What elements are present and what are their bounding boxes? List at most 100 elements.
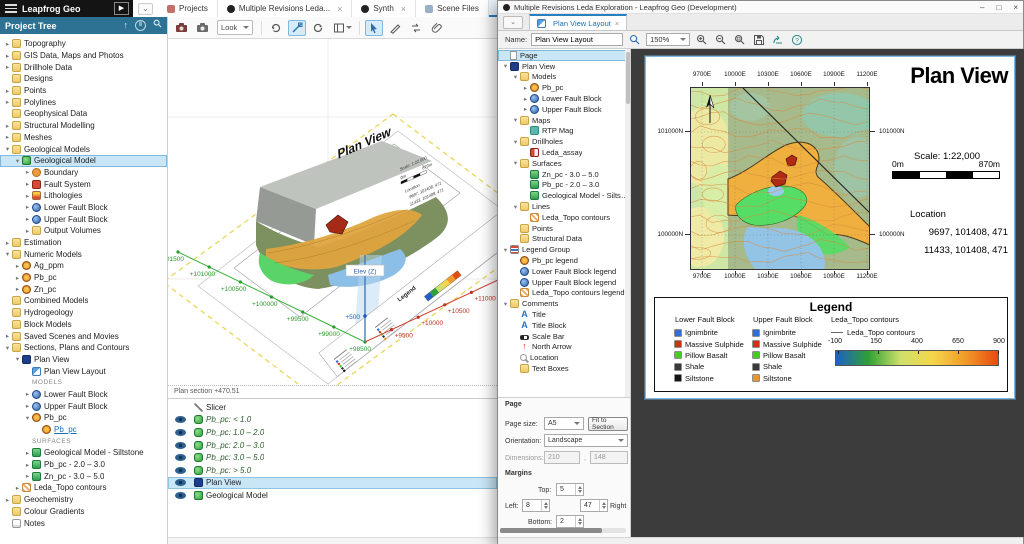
margin-left-stepper[interactable]: 8: [522, 499, 550, 512]
chevron-right-icon[interactable]: ▸: [3, 63, 12, 71]
tree-up-icon[interactable]: ↑: [124, 18, 129, 33]
project-tree-item-upper-fault-block[interactable]: ▸Upper Fault Block: [0, 400, 167, 412]
layout-tree-item-title-block[interactable]: ATitle Block: [498, 320, 630, 331]
maximize-button[interactable]: □: [996, 3, 1001, 12]
layout-tree-item-leda-topo-contours[interactable]: Leda_Topo contours: [498, 212, 630, 223]
project-tree-item-sections-plans-and-contours[interactable]: ▾Sections, Plans and Contours: [0, 342, 167, 354]
clip-icon[interactable]: [428, 20, 446, 36]
chevron-down-icon[interactable]: ▾: [511, 203, 520, 211]
chevron-right-icon[interactable]: ▸: [3, 496, 12, 504]
layout-tree-scrollbar[interactable]: [625, 49, 630, 397]
project-tree-item-topography[interactable]: ▸Topography: [0, 38, 167, 50]
ruler-icon[interactable]: [386, 20, 404, 36]
layout-tree-item-structural-data[interactable]: Structural Data: [498, 234, 630, 245]
help-icon[interactable]: ?: [789, 32, 804, 47]
chevron-right-icon[interactable]: ▸: [521, 95, 530, 103]
project-tree-item-notes[interactable]: Notes: [0, 517, 167, 529]
chevron-right-icon[interactable]: ▸: [23, 168, 32, 176]
chevron-right-icon[interactable]: ▸: [3, 133, 12, 141]
layout-name-input[interactable]: [531, 33, 623, 46]
chevron-right-icon[interactable]: ▸: [23, 180, 32, 188]
project-tree-item-gis-data-maps-and-photos[interactable]: ▸GIS Data, Maps and Photos: [0, 50, 167, 62]
shape-row-pb-pc-1-0-2-0[interactable]: Pb_pc: 1.0 – 2.0: [168, 426, 497, 439]
layout-tree-item-lines[interactable]: ▾Lines: [498, 201, 630, 212]
chevron-right-icon[interactable]: ▸: [23, 215, 32, 223]
orientation-dropdown[interactable]: Landscape: [544, 434, 628, 447]
close-button[interactable]: ×: [1013, 3, 1018, 12]
project-tree-item-output-volumes[interactable]: ▸Output Volumes: [0, 225, 167, 237]
layout-tree-item-scale-bar[interactable]: Scale Bar: [498, 331, 630, 342]
visibility-eye-icon[interactable]: [175, 442, 186, 449]
project-tree-item-pb-pc[interactable]: ▸Pb_pc: [0, 272, 167, 284]
margin-bottom-stepper[interactable]: 2: [556, 515, 584, 528]
project-tree-item-pb-pc[interactable]: ▾Pb_pc: [0, 412, 167, 424]
export-icon[interactable]: [770, 32, 785, 47]
chevron-down-icon[interactable]: ▾: [501, 62, 510, 70]
layout-tree-item-leda-assay[interactable]: Leda_assay: [498, 147, 630, 158]
layout-tree-item-lower-fault-block[interactable]: ▸Lower Fault Block: [498, 93, 630, 104]
project-tree-item-points[interactable]: ▸Points: [0, 85, 167, 97]
visibility-eye-icon[interactable]: [175, 492, 186, 499]
layout-tree-item-north-arrow[interactable]: ↑North Arrow: [498, 342, 630, 353]
chevron-right-icon[interactable]: ▸: [23, 461, 32, 469]
project-tree-item-lower-fault-block[interactable]: ▸Lower Fault Block: [0, 202, 167, 214]
project-tree-item-zn-pc[interactable]: ▸Zn_pc: [0, 283, 167, 295]
close-tab-icon[interactable]: ×: [401, 4, 406, 14]
plan-view-map[interactable]: [690, 87, 870, 270]
chevron-right-icon[interactable]: ▸: [13, 262, 22, 270]
chevron-right-icon[interactable]: ▸: [521, 105, 530, 113]
layout-tree-item-title[interactable]: ATitle: [498, 309, 630, 320]
close-tab-icon[interactable]: ×: [337, 4, 342, 14]
chevron-right-icon[interactable]: ▸: [13, 285, 22, 293]
layout-tree-item-page[interactable]: Page: [498, 50, 630, 61]
chevron-right-icon[interactable]: ▸: [23, 449, 32, 457]
project-tree-item-colour-gradients[interactable]: Colour Gradients: [0, 506, 167, 518]
tab-plan-view-layout[interactable]: Plan View Layout ×: [529, 14, 627, 30]
layout-tree-item-models[interactable]: ▾Models: [498, 72, 630, 83]
shape-list-scroll-strip[interactable]: [168, 537, 497, 544]
chevron-down-icon[interactable]: ▾: [511, 116, 520, 124]
project-tree-item-polylines[interactable]: ▸Polylines: [0, 96, 167, 108]
zoom-out-icon[interactable]: [713, 32, 728, 47]
tab-list-chevron-icon[interactable]: ⌄: [503, 16, 523, 29]
project-tree-item-pb-pc[interactable]: Pb_pc: [0, 424, 167, 436]
layout-tree-item-geological-model-siltstone[interactable]: Geological Model - Siltstone: [498, 190, 630, 201]
chevron-right-icon[interactable]: ▸: [3, 40, 12, 48]
layout-tree-item-rtp-mag[interactable]: RTP Mag: [498, 126, 630, 137]
look-dropdown[interactable]: Look: [217, 20, 253, 35]
camera-scene-icon[interactable]: [172, 20, 190, 36]
chevron-right-icon[interactable]: ▸: [23, 192, 32, 200]
project-tree-item-plan-view-layout[interactable]: Plan View Layout: [0, 365, 167, 377]
fit-to-section-button[interactable]: Fit to Section: [588, 417, 628, 431]
plan-view-page[interactable]: Plan View: [645, 56, 1015, 399]
project-tree-item-geological-models[interactable]: ▾Geological Models: [0, 143, 167, 155]
project-tree-item-meshes[interactable]: ▸Meshes: [0, 132, 167, 144]
layout-tree-item-pb-pc-2-0-3-0[interactable]: Pb_pc - 2.0 – 3.0: [498, 180, 630, 191]
slicer-tool-icon[interactable]: [288, 20, 306, 36]
chevron-down-icon[interactable]: ▾: [511, 159, 520, 167]
shape-row-pb-pc-2-0-3-0[interactable]: Pb_pc: 2.0 – 3.0: [168, 439, 497, 452]
project-tree-item-lithologies[interactable]: ▸Lithologies: [0, 190, 167, 202]
project-tree-item-geophysical-data[interactable]: Geophysical Data: [0, 108, 167, 120]
visibility-eye-icon[interactable]: [175, 429, 186, 436]
chevron-down-icon[interactable]: ▾: [511, 73, 520, 81]
zoom-in-icon[interactable]: [694, 32, 709, 47]
layout-tree-item-location[interactable]: Location: [498, 352, 630, 363]
chevron-right-icon[interactable]: ▸: [3, 98, 12, 106]
visibility-eye-icon[interactable]: [175, 479, 186, 486]
chevron-down-icon[interactable]: ▾: [501, 300, 510, 308]
orbit-icon[interactable]: [267, 20, 285, 36]
chevron-right-icon[interactable]: ▸: [23, 227, 32, 235]
project-tree-item-designs[interactable]: Designs: [0, 73, 167, 85]
close-tab-icon[interactable]: ×: [615, 19, 619, 28]
project-tree-item-leda-topo-contours[interactable]: ▸Leda_Topo contours: [0, 482, 167, 494]
chevron-right-icon[interactable]: ▸: [13, 484, 22, 492]
tree-pause-icon[interactable]: ‖: [135, 20, 146, 31]
layout-tree-item-upper-fault-block[interactable]: ▸Upper Fault Block: [498, 104, 630, 115]
menu-icon[interactable]: [5, 2, 17, 15]
project-tree-item-boundary[interactable]: ▸Boundary: [0, 167, 167, 179]
project-tree-item-geochemistry[interactable]: ▸Geochemistry: [0, 494, 167, 506]
project-tree-item-saved-scenes-and-movies[interactable]: ▸Saved Scenes and Movies: [0, 330, 167, 342]
tab-scene-files[interactable]: Scene Files: [416, 0, 489, 17]
shape-row-slicer[interactable]: Slicer: [168, 401, 497, 414]
